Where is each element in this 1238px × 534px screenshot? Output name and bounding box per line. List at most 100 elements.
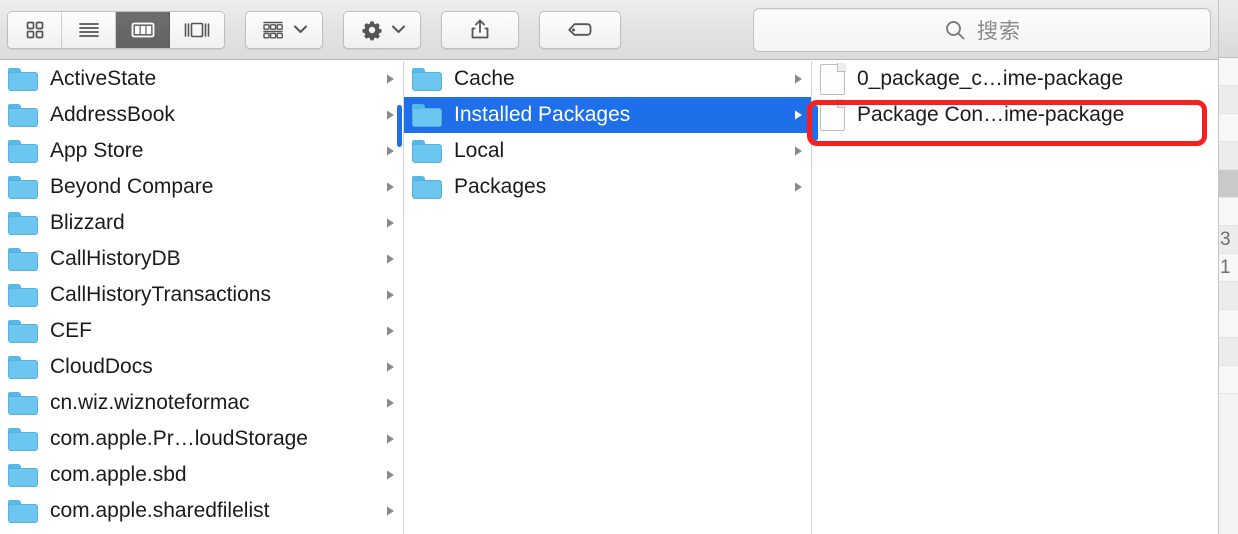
scrollbar-thumb[interactable] — [397, 105, 402, 147]
folder-icon — [8, 175, 38, 199]
list-item-label: Cache — [454, 67, 515, 90]
folder-icon — [8, 391, 38, 415]
disclosure-arrow-icon[interactable] — [383, 216, 397, 230]
toolbar: 搜索 — [0, 0, 1218, 60]
column-2: Cache Installed Packages Local Packages — [404, 61, 812, 534]
disclosure-arrow-icon[interactable] — [791, 180, 805, 194]
background-row — [1219, 338, 1238, 366]
folder-icon — [8, 319, 38, 343]
tags-button[interactable] — [539, 10, 621, 49]
list-item-label: CEF — [50, 319, 92, 342]
icon-view-button[interactable] — [8, 11, 62, 48]
list-item[interactable]: CallHistoryTransactions — [0, 277, 403, 313]
list-item-label: com.apple.sbd — [50, 463, 187, 486]
list-item[interactable]: Blizzard — [0, 205, 403, 241]
column-view-button[interactable] — [116, 11, 170, 48]
list-item[interactable]: Packages — [404, 169, 811, 205]
folder-icon — [412, 67, 442, 91]
folder-icon — [412, 103, 442, 127]
disclosure-arrow-icon[interactable] — [383, 252, 397, 266]
list-item-label: Blizzard — [50, 211, 125, 234]
list-item-label: CallHistoryTransactions — [50, 283, 271, 306]
gear-icon — [362, 20, 381, 40]
disclosure-arrow-icon[interactable] — [383, 144, 397, 158]
list-item-selected[interactable]: Installed Packages — [404, 97, 811, 133]
disclosure-arrow-icon[interactable] — [791, 108, 805, 122]
list-item[interactable]: Beyond Compare — [0, 169, 403, 205]
background-row — [1219, 114, 1238, 142]
finder-window: 3 1 搜索 ActiveState AddressBook App Store… — [0, 0, 1238, 534]
list-item-label: CloudDocs — [50, 355, 153, 378]
list-item[interactable]: 0_package_c…ime-package — [812, 61, 1218, 97]
disclosure-arrow-icon[interactable] — [383, 396, 397, 410]
list-item[interactable]: com.apple.Pr…loudStorage — [0, 421, 403, 457]
disclosure-arrow-icon[interactable] — [383, 108, 397, 122]
background-row — [1219, 170, 1238, 198]
share-icon — [471, 19, 489, 38]
folder-icon — [8, 427, 38, 451]
background-row — [1219, 310, 1238, 338]
view-mode-segmented-control[interactable] — [7, 10, 225, 49]
list-item[interactable]: Cache — [404, 61, 811, 97]
columns-icon — [131, 22, 154, 37]
folder-icon — [8, 355, 38, 379]
list-item[interactable]: CallHistoryDB — [0, 241, 403, 277]
list-item-label: Package Con…ime-package — [857, 103, 1125, 126]
disclosure-arrow-icon[interactable] — [791, 72, 805, 86]
list-item-label: Packages — [454, 175, 547, 198]
disclosure-arrow-icon[interactable] — [383, 468, 397, 482]
list-item[interactable]: CEF — [0, 313, 403, 349]
disclosure-arrow-icon[interactable] — [383, 180, 397, 194]
folder-icon — [8, 211, 38, 235]
folder-icon — [8, 103, 38, 127]
list-item-label: cn.wiz.wiznoteformac — [50, 391, 250, 414]
background-row — [1219, 142, 1238, 170]
action-menu-button[interactable] — [343, 10, 421, 49]
disclosure-arrow-icon[interactable] — [383, 324, 397, 338]
disclosure-arrow-icon[interactable] — [791, 144, 805, 158]
column-3: 0_package_c…ime-package Package Con…ime-… — [812, 61, 1218, 534]
search-field[interactable]: 搜索 — [753, 8, 1211, 52]
gallery-view-button[interactable] — [170, 11, 224, 48]
disclosure-arrow-icon[interactable] — [383, 72, 397, 86]
search-icon — [946, 21, 965, 40]
share-button[interactable] — [441, 10, 519, 49]
disclosure-arrow-icon[interactable] — [383, 360, 397, 374]
list-item[interactable]: cn.wiz.wiznoteformac — [0, 385, 403, 421]
list-item[interactable]: Package Con…ime-package — [812, 97, 1218, 133]
background-row — [1219, 58, 1238, 86]
list-item-label: 0_package_c…ime-package — [857, 67, 1124, 90]
folder-icon — [8, 463, 38, 487]
chevron-down-icon — [391, 21, 406, 39]
folder-icon — [8, 247, 38, 271]
list-view-button[interactable] — [62, 11, 116, 48]
column-1: ActiveState AddressBook App Store Beyond… — [0, 61, 404, 534]
background-row: 3 — [1219, 226, 1238, 254]
arrange-grid-icon — [262, 21, 283, 38]
arrange-button[interactable] — [245, 10, 323, 49]
folder-icon — [8, 67, 38, 91]
disclosure-arrow-icon[interactable] — [383, 288, 397, 302]
disclosure-arrow-icon[interactable] — [383, 504, 397, 518]
list-item-label: CallHistoryDB — [50, 247, 181, 270]
list-item-label: com.apple.Pr…loudStorage — [50, 427, 308, 450]
folder-icon — [8, 499, 38, 523]
list-item[interactable]: com.apple.sharedfilelist — [0, 493, 403, 529]
list-item[interactable]: ActiveState — [0, 61, 403, 97]
scrollbar-thumb[interactable] — [812, 105, 818, 141]
background-row: 1 — [1219, 254, 1238, 282]
list-item-label: App Store — [50, 139, 144, 162]
list-item[interactable]: App Store — [0, 133, 403, 169]
list-item-label: com.apple.sharedfilelist — [50, 499, 270, 522]
chevron-down-icon — [293, 21, 308, 39]
grid-icon — [26, 21, 43, 38]
list-item[interactable]: Local — [404, 133, 811, 169]
folder-icon — [412, 175, 442, 199]
list-item[interactable]: CloudDocs — [0, 349, 403, 385]
disclosure-arrow-icon[interactable] — [383, 432, 397, 446]
search-input[interactable]: 搜索 — [977, 15, 1021, 45]
list-item-label: AddressBook — [50, 103, 175, 126]
list-item[interactable]: com.apple.sbd — [0, 457, 403, 493]
list-item[interactable]: AddressBook — [0, 97, 403, 133]
background-window[interactable]: 3 1 — [1218, 0, 1238, 534]
